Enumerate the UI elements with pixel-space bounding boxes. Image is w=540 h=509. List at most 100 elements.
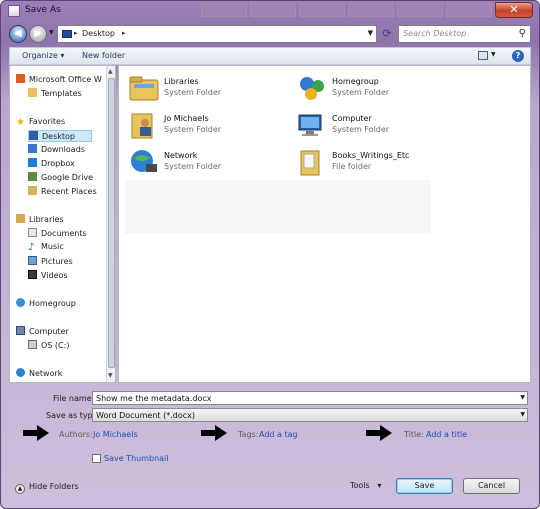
nav-item-desktop[interactable]: Desktop (28, 130, 92, 142)
google-drive-icon (28, 172, 37, 181)
view-icon (478, 51, 488, 60)
item-type: System Folder (164, 162, 222, 171)
chevron-right-icon[interactable]: ▸ (122, 29, 126, 37)
chevron-down-icon[interactable]: ▼ (520, 411, 525, 418)
nav-item-pictures[interactable]: Pictures (28, 256, 73, 268)
item-name: Books_Writings_Etc (332, 151, 410, 160)
desktop-icon (29, 131, 38, 140)
organize-menu[interactable]: Organize ▾ (22, 51, 64, 60)
search-input[interactable]: Search Desktop ⚲ (398, 25, 531, 43)
nav-item-videos[interactable]: Videos (28, 270, 68, 282)
hide-folders-button[interactable]: ▲ Hide Folders (15, 482, 79, 494)
change-view-button[interactable]: ▼ (478, 51, 496, 61)
file-name-value: Show me the metadata.docx (96, 394, 212, 403)
window-icon (8, 5, 20, 17)
nav-item-favorites[interactable]: ★ Favorites (16, 117, 65, 129)
save-button[interactable]: Save (396, 478, 453, 494)
forward-arrow-icon: ▶ (34, 28, 42, 39)
libraries-icon (129, 76, 159, 101)
close-button[interactable]: ✕ (495, 2, 533, 18)
title-field[interactable]: Add a title (426, 430, 467, 439)
downloads-icon (28, 144, 37, 153)
cancel-button[interactable]: Cancel (463, 478, 520, 494)
file-item-libraries[interactable]: Libraries System Folder (129, 72, 299, 106)
file-item-books-writings-etc[interactable]: Books_Writings_Etc File folder (297, 146, 467, 180)
save-thumbnail-checkbox[interactable] (92, 454, 101, 463)
chevron-down-icon[interactable]: ▼ (491, 51, 496, 58)
tags-field[interactable]: Add a tag (259, 430, 298, 439)
nav-item-computer[interactable]: Computer (16, 326, 69, 338)
address-path[interactable]: Desktop (82, 29, 115, 38)
star-icon: ★ (16, 117, 25, 128)
window-title: Save As (25, 5, 61, 15)
arrow-right-icon (23, 425, 49, 441)
homegroup-icon (300, 77, 324, 100)
chevron-up-icon: ▲ (15, 484, 25, 494)
close-icon: ✕ (509, 3, 519, 16)
nav-item-music[interactable]: ♪ Music (28, 242, 64, 254)
item-type: System Folder (332, 88, 390, 97)
search-icon[interactable]: ⚲ (519, 28, 526, 39)
save-as-type-value: Word Document (*.docx) (96, 411, 195, 420)
search-placeholder: Search Desktop (403, 29, 467, 38)
nav-item-microsoft-office[interactable]: Microsoft Office W (16, 74, 102, 86)
scrollbar-thumb[interactable] (108, 78, 115, 368)
nav-scrollbar[interactable]: ▲ ▼ (106, 66, 115, 382)
save-thumbnail-label[interactable]: Save Thumbnail (104, 454, 169, 463)
background-ribbon (201, 3, 531, 19)
nav-item-templates[interactable]: Templates (28, 88, 82, 100)
item-name: Libraries (164, 77, 199, 86)
tools-menu[interactable]: Tools ▾ (350, 481, 381, 490)
back-button[interactable]: ◀ (9, 25, 27, 43)
nav-item-network[interactable]: Network (16, 368, 62, 380)
nav-item-downloads[interactable]: Downloads (28, 144, 85, 156)
pictures-icon (28, 256, 37, 265)
nav-item-libraries[interactable]: Libraries (16, 214, 64, 226)
file-name-label: File name: (53, 394, 95, 403)
nav-item-os-c[interactable]: OS (C:) (28, 340, 69, 352)
save-as-type-select[interactable]: Word Document (*.docx) ▼ (92, 408, 528, 422)
nav-item-documents[interactable]: Documents (28, 228, 87, 240)
music-icon: ♪ (28, 242, 35, 253)
chevron-down-icon[interactable]: ▼ (520, 394, 525, 401)
desktop-icon (62, 30, 72, 38)
computer-icon (298, 114, 322, 136)
libraries-icon (16, 214, 25, 223)
file-item-homegroup[interactable]: Homegroup System Folder (297, 72, 467, 106)
file-item-computer[interactable]: Computer System Folder (297, 109, 467, 143)
item-type: File folder (332, 162, 372, 171)
nav-item-homegroup[interactable]: Homegroup (16, 298, 76, 310)
videos-icon (28, 270, 37, 279)
item-name: Network (164, 151, 198, 160)
navigation-pane: Microsoft Office W Templates ★ Favorites … (9, 65, 116, 383)
title-label: Title: (404, 430, 424, 439)
file-name-field[interactable]: Show me the metadata.docx ▼ (92, 391, 528, 405)
authors-field[interactable]: Jo Michaels (93, 430, 138, 439)
dropbox-icon (28, 158, 37, 167)
file-item-network[interactable]: Network System Folder (129, 146, 299, 180)
nav-item-google-drive[interactable]: Google Drive (28, 172, 93, 184)
nav-item-recent-places[interactable]: Recent Places (28, 186, 97, 198)
network-icon (131, 150, 157, 172)
arrow-right-icon (201, 425, 227, 441)
nav-item-dropbox[interactable]: Dropbox (28, 158, 75, 170)
new-folder-button[interactable]: New folder (82, 51, 125, 60)
chevron-right-icon[interactable]: ▸ (74, 29, 78, 37)
tags-label: Tags: (238, 430, 259, 439)
chevron-down-icon[interactable]: ▼ (368, 29, 373, 37)
forward-button[interactable]: ▶ (29, 25, 47, 43)
folder-icon (28, 88, 37, 97)
title-bar: Save As ✕ (1, 1, 539, 21)
file-item-jo-michaels[interactable]: Jo Michaels System Folder (129, 109, 299, 143)
recent-locations-dropdown[interactable]: ▼ (49, 29, 54, 36)
address-bar[interactable]: ▸ Desktop ▸ ▼ (57, 25, 377, 43)
scroll-up-icon[interactable]: ▲ (108, 68, 113, 75)
help-icon[interactable]: ? (512, 50, 524, 62)
refresh-button[interactable]: ⟳ (378, 25, 396, 43)
item-name: Homegroup (332, 77, 379, 86)
authors-label: Authors: (59, 430, 93, 439)
computer-icon (16, 326, 25, 335)
item-name: Computer (332, 114, 372, 123)
recent-places-icon (28, 186, 37, 195)
scroll-down-icon[interactable]: ▼ (108, 372, 113, 379)
